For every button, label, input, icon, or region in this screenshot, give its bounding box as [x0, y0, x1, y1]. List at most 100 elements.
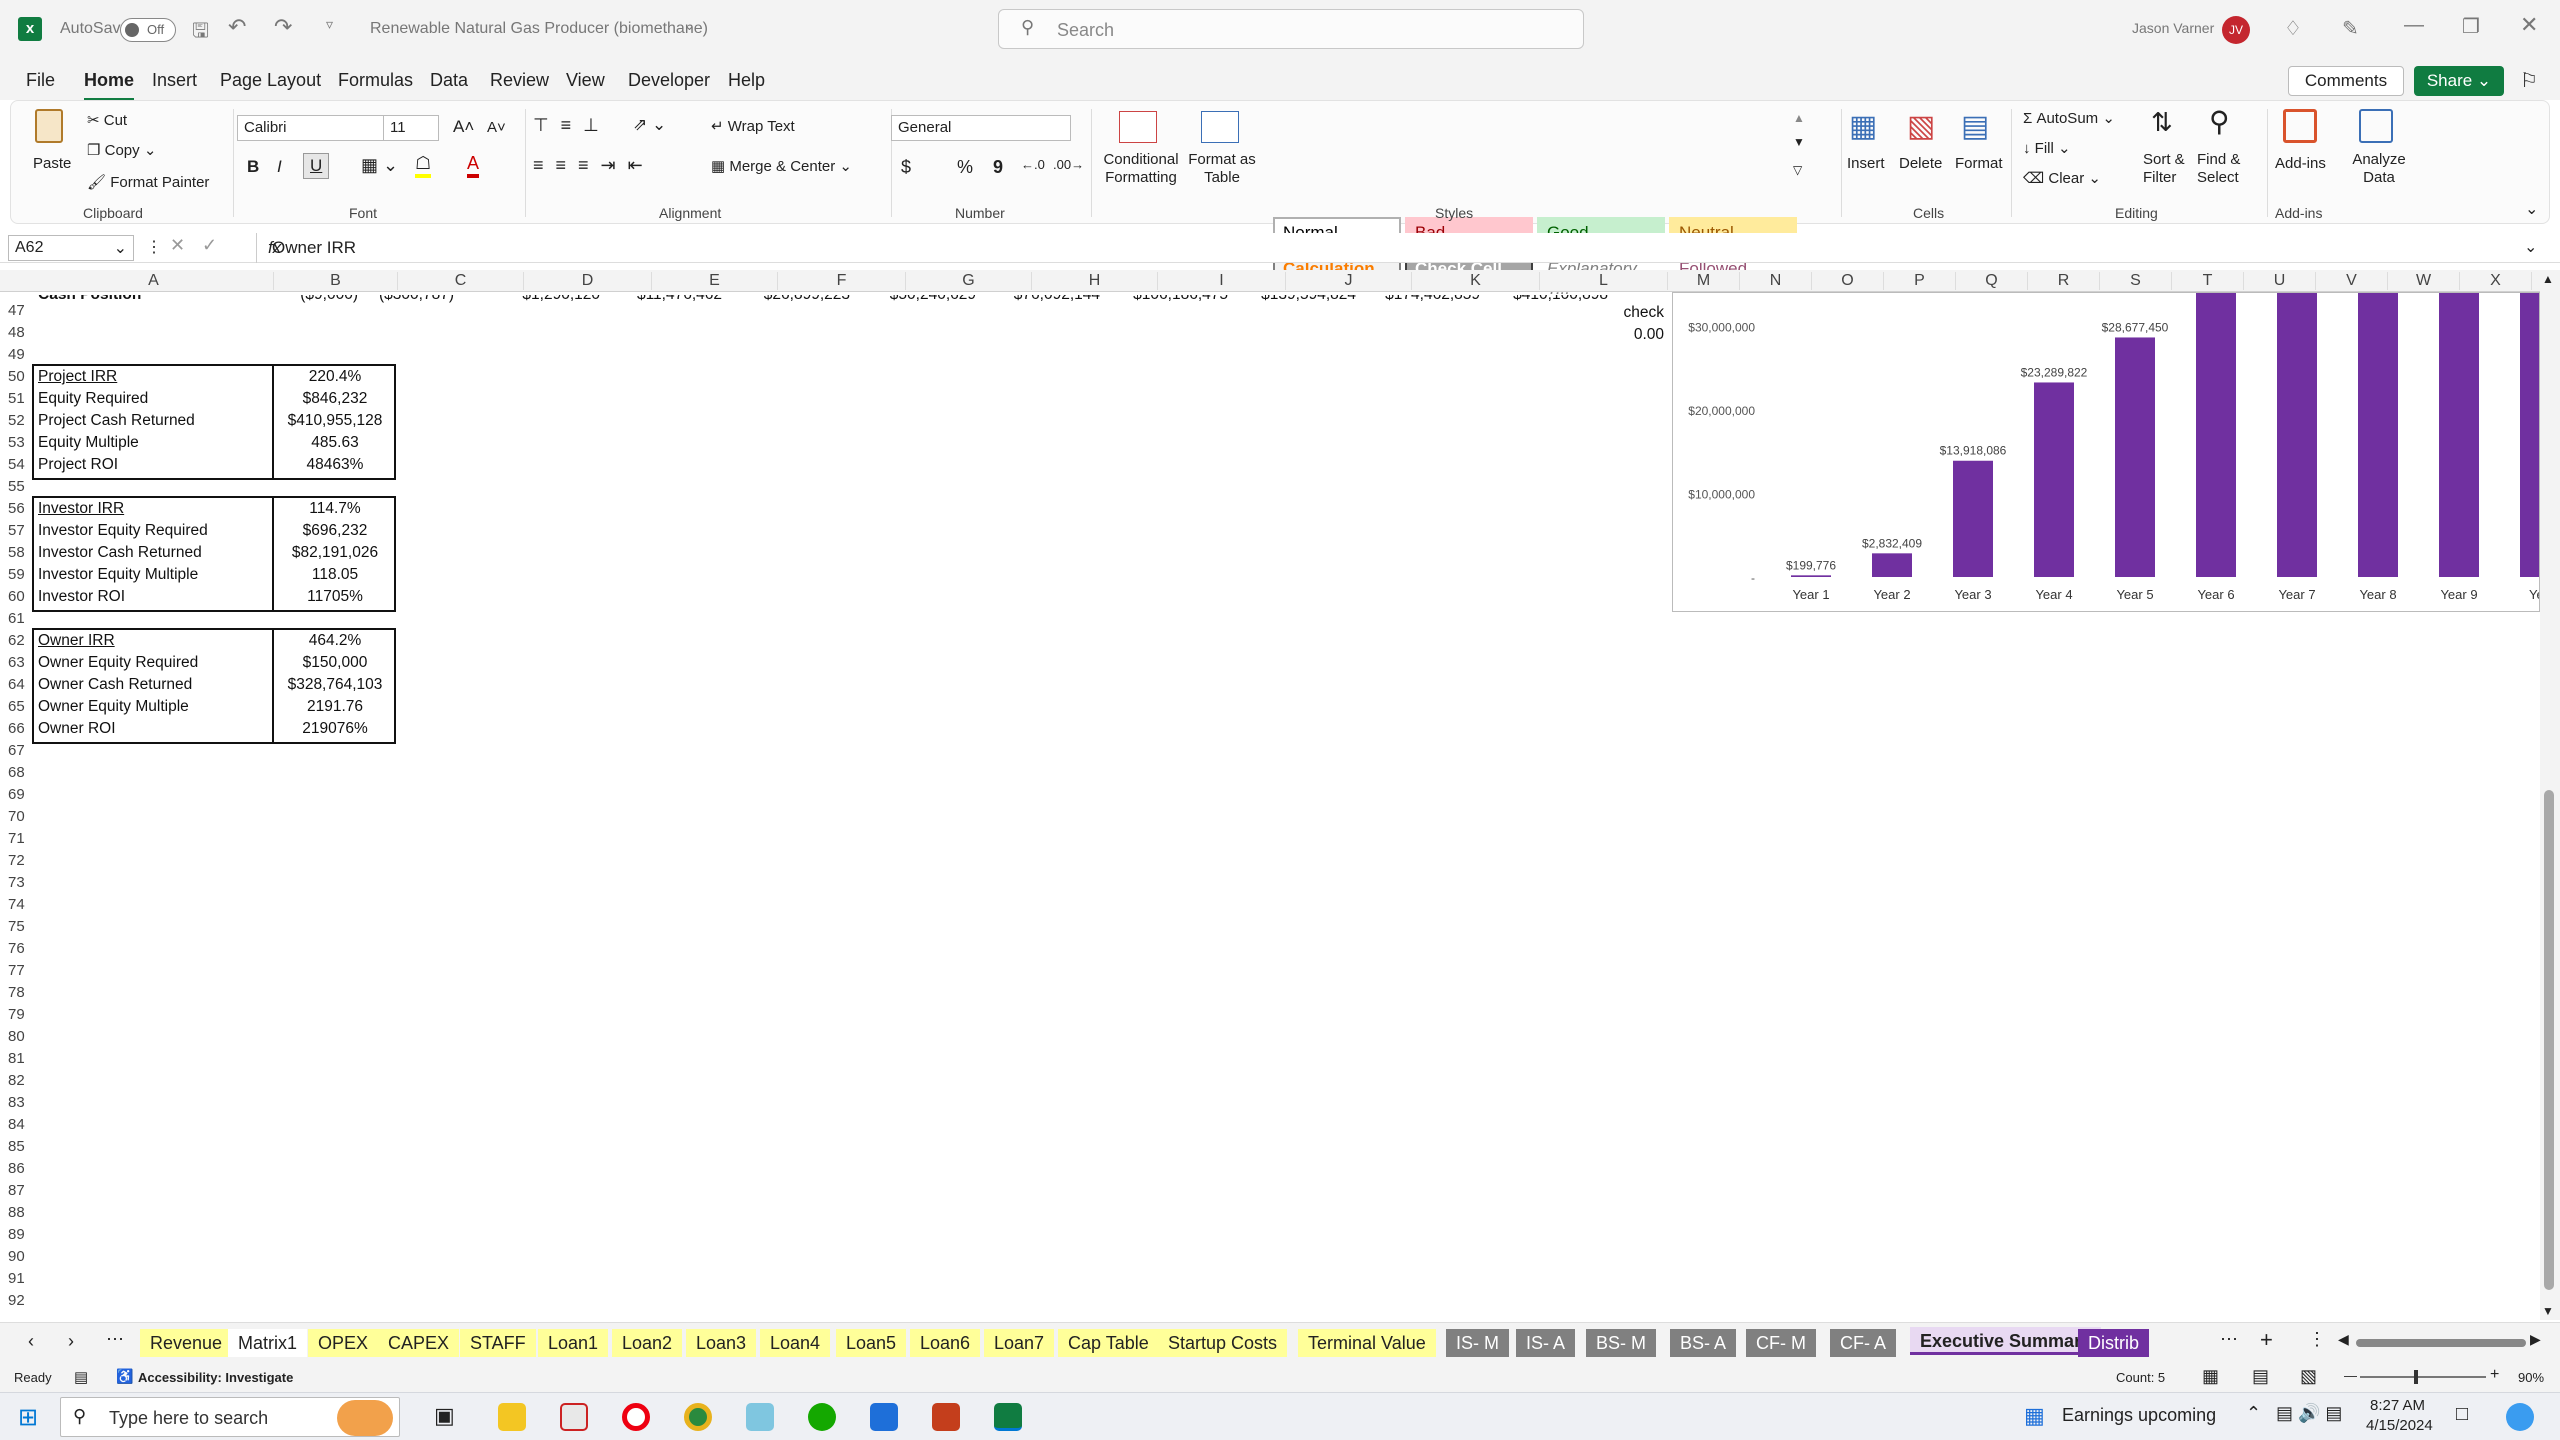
row-header[interactable]: 74 — [0, 896, 32, 913]
check-value[interactable]: 0.00 — [1560, 326, 1664, 344]
shrink-font-icon[interactable]: A˅ — [487, 119, 506, 136]
sheet-tab[interactable]: Revenue — [140, 1329, 233, 1357]
accessibility-status[interactable]: Accessibility: Investigate — [138, 1370, 293, 1385]
increase-decimal-icon[interactable]: ←.0 — [1021, 157, 1045, 172]
column-header[interactable]: G — [906, 272, 1032, 290]
column-header[interactable]: S — [2100, 272, 2172, 290]
row-header[interactable]: 47 — [0, 302, 32, 319]
normal-view-icon[interactable]: ▦ — [2202, 1366, 2219, 1387]
hscroll-right-icon[interactable]: ▶ — [2530, 1331, 2541, 1348]
chart-bar[interactable] — [2358, 283, 2398, 577]
sheet-tab[interactable]: Loan3 — [686, 1329, 757, 1357]
tab-developer[interactable]: Developer — [628, 70, 710, 91]
search-box[interactable]: ⚲ Search — [998, 9, 1584, 49]
tab-view[interactable]: View — [566, 70, 605, 91]
column-header[interactable]: B — [274, 272, 398, 290]
column-header[interactable]: P — [1884, 272, 1956, 290]
sheet-tab[interactable]: Loan5 — [836, 1329, 907, 1357]
undo-icon[interactable]: ↶ — [228, 14, 246, 40]
sheet-tab[interactable]: Matrix1 — [228, 1329, 308, 1357]
merge-center-button[interactable]: ▦ Merge & Center ⌄ — [711, 157, 852, 175]
percent-button[interactable]: % — [957, 157, 973, 178]
hscroll-left-icon[interactable]: ◀ — [2338, 1331, 2349, 1348]
row-header[interactable]: 65 — [0, 698, 32, 715]
copilot-icon[interactable] — [2506, 1403, 2534, 1431]
upwork-icon[interactable] — [808, 1403, 836, 1431]
metric-label[interactable]: Owner IRR — [38, 632, 115, 650]
row-header[interactable]: 75 — [0, 918, 32, 935]
row-header[interactable]: 68 — [0, 764, 32, 781]
metric-value[interactable]: $410,955,128 — [274, 412, 396, 430]
name-box[interactable]: A62 ⌄ — [8, 235, 134, 261]
fill-button[interactable]: ↓ Fill ⌄ — [2023, 139, 2071, 157]
enter-icon[interactable]: ✓ — [202, 235, 217, 256]
row-header[interactable]: 52 — [0, 412, 32, 429]
expand-formula-icon[interactable]: ⌄ — [2524, 237, 2537, 257]
metric-value[interactable]: 118.05 — [274, 566, 396, 584]
row-header[interactable]: 56 — [0, 500, 32, 517]
gallery-more-icon[interactable]: ▽ — [1793, 163, 1802, 177]
metric-label[interactable]: Project Cash Returned — [38, 412, 195, 430]
page-break-view-icon[interactable]: ▧ — [2300, 1366, 2317, 1387]
number-format-dropdown[interactable]: General — [891, 115, 1071, 141]
sheet-tab[interactable]: Distrib — [2078, 1329, 2150, 1357]
metric-label[interactable]: Project IRR — [38, 368, 117, 386]
font-color-icon[interactable]: A — [467, 153, 480, 178]
chart-bar[interactable] — [1791, 575, 1831, 577]
metric-value[interactable]: 11705% — [274, 588, 396, 606]
metric-label[interactable]: Project ROI — [38, 456, 118, 474]
column-header[interactable]: R — [2028, 272, 2100, 290]
close-icon[interactable]: ✕ — [2520, 12, 2538, 38]
chart-bar[interactable] — [2115, 337, 2155, 577]
row-header[interactable]: 79 — [0, 1006, 32, 1023]
row-header[interactable]: 84 — [0, 1116, 32, 1133]
tab-insert[interactable]: Insert — [152, 70, 197, 91]
collapse-ribbon-icon[interactable]: ⌄ — [2525, 199, 2538, 219]
chart-bar[interactable] — [1872, 553, 1912, 577]
zoom-slider-handle[interactable] — [2414, 1370, 2418, 1384]
column-header[interactable]: H — [1032, 272, 1158, 290]
avatar[interactable]: JV — [2222, 16, 2250, 44]
sheet-tab[interactable]: STAFF — [460, 1329, 536, 1357]
decrease-decimal-icon[interactable]: .00→ — [1053, 157, 1084, 172]
diamond-icon[interactable]: ♢ — [2284, 16, 2302, 41]
sheet-tab[interactable]: Loan6 — [910, 1329, 981, 1357]
metric-value[interactable]: $846,232 — [274, 390, 396, 408]
sheet-tab[interactable]: CF- A — [1830, 1329, 1897, 1357]
format-cells-button[interactable]: Format — [1955, 155, 2003, 172]
add-sheet-icon[interactable]: + — [2260, 1327, 2273, 1353]
column-header[interactable]: I — [1158, 272, 1286, 290]
horizontal-align-icons[interactable]: ≡≡≡⇥⇤ — [533, 155, 655, 176]
vertical-align-icons[interactable]: ⊤≡⊥ — [533, 115, 611, 136]
row-header[interactable]: 62 — [0, 632, 32, 649]
autosave-toggle[interactable]: Off — [120, 18, 176, 42]
metric-value[interactable]: 48463% — [274, 456, 396, 474]
metric-value[interactable]: 485.63 — [274, 434, 396, 452]
conditional-formatting-button[interactable]: Conditional Formatting — [1095, 151, 1187, 187]
row-header[interactable]: 83 — [0, 1094, 32, 1111]
zoom-in-icon[interactable]: + — [2490, 1366, 2499, 1384]
chart-bar[interactable] — [2439, 283, 2479, 577]
metric-label[interactable]: Owner Cash Returned — [38, 676, 192, 694]
column-header[interactable]: F — [778, 272, 906, 290]
metric-label[interactable]: Investor Equity Multiple — [38, 566, 198, 584]
borders-icon[interactable]: ▦ ⌄ — [361, 155, 398, 176]
row-header[interactable]: 54 — [0, 456, 32, 473]
metric-label[interactable]: Investor Cash Returned — [38, 544, 202, 562]
copy-button[interactable]: ❐ Copy ⌄ — [87, 141, 156, 159]
accessibility-icon[interactable]: ♿ — [116, 1368, 133, 1385]
row-header[interactable]: 82 — [0, 1072, 32, 1089]
sheet-tab[interactable]: Loan4 — [760, 1329, 831, 1357]
cut-button[interactable]: ✂ Cut — [87, 111, 127, 129]
sheet-tab[interactable]: Loan7 — [984, 1329, 1055, 1357]
grow-font-icon[interactable]: A˄ — [453, 117, 474, 137]
find-select-icon[interactable]: ⚲ — [2209, 105, 2230, 138]
row-header[interactable]: 85 — [0, 1138, 32, 1155]
app-icon[interactable] — [746, 1403, 774, 1431]
row-header[interactable]: 64 — [0, 676, 32, 693]
analyze-data-button[interactable]: Analyze Data — [2351, 151, 2407, 187]
row-header[interactable]: 71 — [0, 830, 32, 847]
delete-cells-icon[interactable]: ▧ — [1907, 109, 1935, 144]
metric-label[interactable]: Equity Multiple — [38, 434, 139, 452]
sort-filter-button[interactable]: Sort & Filter — [2143, 151, 2199, 187]
